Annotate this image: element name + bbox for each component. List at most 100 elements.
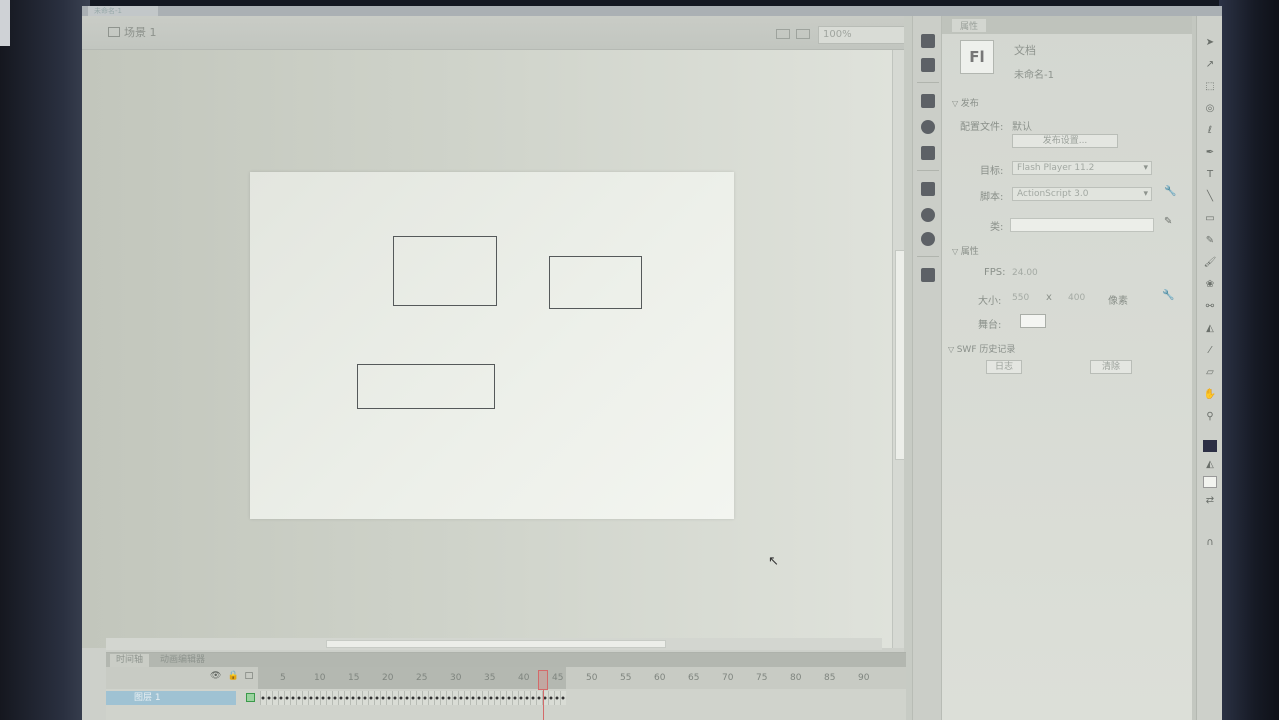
rectangle-shape[interactable] — [357, 364, 495, 409]
fill-color-swatch[interactable] — [1203, 476, 1217, 488]
frame-number: 25 — [416, 673, 428, 683]
playhead[interactable] — [538, 670, 548, 690]
align-icon[interactable] — [921, 94, 935, 108]
profile-value: 默认 — [1012, 122, 1032, 133]
script-select[interactable]: ActionScript 3.0 — [1012, 187, 1152, 201]
layer-row[interactable]: 图层 1 — [106, 689, 906, 720]
brush-tool-icon[interactable]: 🖌 — [1203, 256, 1217, 270]
layer-name[interactable]: 图层 1 — [106, 691, 236, 705]
doc-name-field[interactable]: 未命名-1 — [1014, 66, 1054, 81]
color-icon[interactable] — [921, 232, 935, 246]
fps-label: FPS: — [984, 267, 1006, 278]
swf-history-section-header[interactable]: SWF 历史记录 — [948, 342, 1016, 355]
target-select[interactable]: Flash Player 11.2 — [1012, 161, 1152, 175]
components-icon[interactable] — [921, 182, 935, 196]
lasso-tool-icon[interactable]: ℓ — [1203, 124, 1217, 138]
subselection-tool-icon[interactable]: ↗ — [1203, 58, 1217, 72]
line-tool-icon[interactable]: ╲ — [1203, 190, 1217, 204]
outline-icon[interactable]: □ — [245, 671, 254, 681]
frame-ruler[interactable]: 5 10 15 20 25 30 35 40 45 50 55 60 65 70 75 80 85 90 — [258, 667, 906, 689]
fill-bucket-icon: ◭ — [1206, 459, 1214, 470]
tab-timeline[interactable]: 时间轴 — [110, 654, 150, 667]
properties-tab-bar: 属性 — [942, 16, 1192, 34]
zoom-select[interactable]: 100% — [818, 26, 908, 44]
flash-doc-icon: Fl — [960, 40, 994, 74]
tab-motion-editor[interactable]: 动画编辑器 — [154, 654, 211, 667]
library-icon[interactable] — [921, 34, 935, 48]
deco-tool-icon[interactable]: ❀ — [1203, 278, 1217, 292]
eraser-tool-icon[interactable]: ▱ — [1203, 366, 1217, 380]
info-icon[interactable] — [921, 120, 935, 134]
frame-number: 90 — [858, 673, 870, 683]
eyedropper-tool-icon[interactable]: ⁄ — [1203, 344, 1217, 358]
frame-number: 75 — [756, 673, 768, 683]
publish-section-header[interactable]: 发布 — [952, 96, 979, 109]
layer-outline-color[interactable] — [246, 693, 255, 702]
doc-type-label: 文档 — [1014, 44, 1036, 57]
title-bar: 未命名-1 — [82, 6, 1222, 16]
stage[interactable] — [250, 172, 734, 519]
code-snippets-icon[interactable] — [921, 268, 935, 282]
panel-splitter[interactable] — [904, 16, 912, 720]
fps-value[interactable]: 24.00 — [1012, 268, 1038, 278]
edit-scene-icon[interactable] — [776, 29, 790, 39]
pencil-icon[interactable]: ✎ — [1164, 216, 1172, 227]
motion-presets-icon[interactable] — [921, 208, 935, 222]
document-tab[interactable]: 未命名-1 — [88, 6, 158, 16]
class-input[interactable] — [1010, 218, 1154, 232]
unit-label: 像素 — [1108, 296, 1128, 307]
flash-window: 未命名-1 场景 1 100% ↖ 属性 Fl 文档 未命名-1 ▽ 发布 配置… — [82, 6, 1222, 720]
frame-number: 5 — [280, 673, 286, 683]
selection-tool-icon[interactable]: ➤ — [1203, 36, 1217, 50]
clear-button[interactable]: 清除 — [1090, 360, 1132, 374]
log-button[interactable]: 日志 — [986, 360, 1022, 374]
wrench-icon[interactable]: 🔧 — [1162, 290, 1174, 301]
tab-properties[interactable]: 属性 — [952, 19, 987, 32]
monitor-bezel-left — [0, 0, 90, 720]
wrench-icon[interactable]: 🔧 — [1164, 186, 1176, 197]
stroke-color-swatch[interactable] — [1203, 440, 1217, 452]
frame-cells[interactable] — [260, 691, 566, 705]
frame-number: 30 — [450, 673, 462, 683]
frame-number: 60 — [654, 673, 666, 683]
edit-bar: 场景 1 100% — [82, 16, 912, 50]
frame-number: 85 — [824, 673, 836, 683]
width-value[interactable]: 550 — [1012, 293, 1029, 303]
divider — [917, 170, 939, 171]
frame-number: 35 — [484, 673, 496, 683]
swatches-icon[interactable] — [921, 58, 935, 72]
frame-number: 50 — [586, 673, 598, 683]
rectangle-shape[interactable] — [549, 256, 642, 309]
pen-tool-icon[interactable]: ✒ — [1203, 146, 1217, 160]
properties-section-header[interactable]: 属性 — [952, 244, 979, 257]
scroll-thumb[interactable] — [326, 640, 666, 648]
frame-number: 55 — [620, 673, 632, 683]
3d-rotation-tool-icon[interactable]: ◎ — [1203, 102, 1217, 116]
hand-tool-icon[interactable]: ✋ — [1203, 388, 1217, 402]
lock-icon[interactable]: 🔒 — [227, 671, 238, 681]
times-label: x — [1046, 292, 1052, 303]
paint-bucket-tool-icon[interactable]: ◭ — [1203, 322, 1217, 336]
layer-toggle-icons: 👁 🔒 □ — [210, 671, 253, 681]
publish-settings-button[interactable]: 发布设置... — [1012, 134, 1118, 148]
horizontal-scrollbar[interactable] — [106, 638, 882, 650]
eye-icon[interactable]: 👁 — [210, 671, 221, 681]
stage-color-swatch[interactable] — [1020, 314, 1046, 328]
edit-symbol-icon[interactable] — [796, 29, 810, 39]
mouse-cursor-icon: ↖ — [768, 554, 779, 569]
transform-icon[interactable] — [921, 146, 935, 160]
swap-colors-icon[interactable]: ⇄ — [1203, 494, 1217, 508]
scene-breadcrumb[interactable]: 场景 1 — [108, 24, 157, 40]
text-tool-icon[interactable]: T — [1203, 168, 1217, 182]
zoom-tool-icon[interactable]: ⚲ — [1203, 410, 1217, 424]
rectangle-tool-icon[interactable]: ▭ — [1203, 212, 1217, 226]
height-value[interactable]: 400 — [1068, 293, 1085, 303]
frame-number: 15 — [348, 673, 360, 683]
rectangle-shape[interactable] — [393, 236, 497, 306]
pencil-tool-icon[interactable]: ✎ — [1203, 234, 1217, 248]
snap-icon[interactable]: ∩ — [1203, 536, 1217, 550]
frame-number: 20 — [382, 673, 394, 683]
bone-tool-icon[interactable]: ⚯ — [1203, 300, 1217, 314]
divider — [917, 82, 939, 83]
free-transform-tool-icon[interactable]: ⬚ — [1203, 80, 1217, 94]
